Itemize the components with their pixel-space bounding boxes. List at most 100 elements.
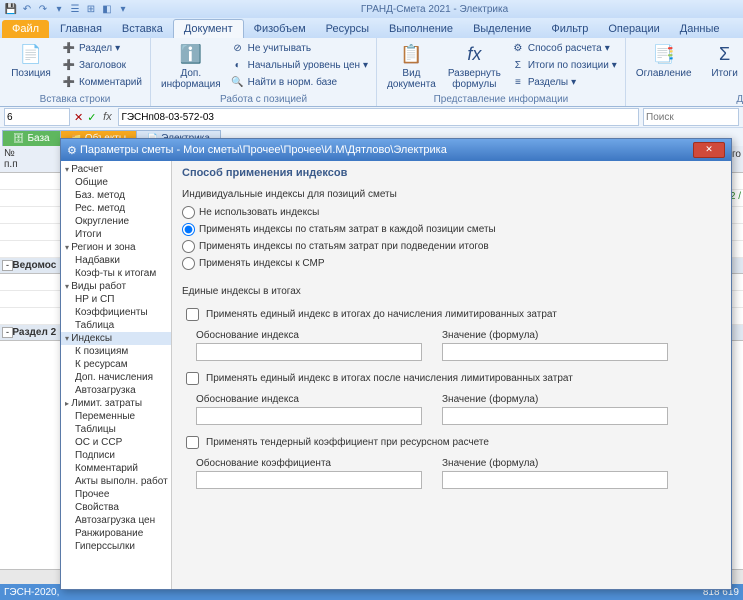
- tree-itogi[interactable]: Итоги: [61, 228, 171, 241]
- tree-kpoz[interactable]: К позициям: [61, 345, 171, 358]
- tree-obshie[interactable]: Общие: [61, 176, 171, 189]
- checkbox-input[interactable]: [186, 308, 199, 321]
- tree-kres[interactable]: К ресурсам: [61, 358, 171, 371]
- tree-limit[interactable]: Лимит. затраты: [61, 397, 171, 410]
- settings-panel: Способ применения индексов Индивидуальны…: [172, 161, 731, 589]
- calc-icon: ⚙: [511, 41, 525, 55]
- radio-input[interactable]: [182, 240, 195, 253]
- redo-icon[interactable]: ↷: [36, 2, 50, 16]
- obos2-input[interactable]: [196, 407, 422, 425]
- quick-access-toolbar: 💾 ↶ ↷ ▾ ☰ ⊞ ◧ ▾: [4, 2, 130, 16]
- tree-tablica[interactable]: Таблица: [61, 319, 171, 332]
- tree-bazmetod[interactable]: Баз. метод: [61, 189, 171, 202]
- znach2-input[interactable]: [442, 407, 668, 425]
- tab-main[interactable]: Главная: [50, 20, 112, 38]
- tab-sel[interactable]: Выделение: [463, 20, 541, 38]
- doc-icon: 📋: [399, 42, 423, 66]
- tab-baza[interactable]: 🗄База: [2, 130, 61, 146]
- tree-akty[interactable]: Акты выполн. работ: [61, 475, 171, 488]
- title-bar: 💾 ↶ ↷ ▾ ☰ ⊞ ◧ ▾ ГРАНД-Смета 2021 - Элект…: [0, 0, 743, 18]
- tab-fiz[interactable]: Физобъем: [244, 20, 316, 38]
- checkbox-input[interactable]: [186, 372, 199, 385]
- tab-ops[interactable]: Операции: [598, 20, 669, 38]
- radio-input[interactable]: [182, 223, 195, 236]
- tree-perem[interactable]: Переменные: [61, 410, 171, 423]
- radio-each-pos[interactable]: Применять индексы по статьям затрат в ка…: [182, 221, 721, 238]
- group-label: Представление информации: [377, 94, 625, 105]
- radio-no-index[interactable]: Не использовать индексы: [182, 204, 721, 221]
- nachur-button[interactable]: ◐Начальный уровень цен ▾: [229, 57, 370, 73]
- naiti-button[interactable]: 🔍Найти в норм. базе: [229, 74, 370, 90]
- radio-input[interactable]: [182, 257, 195, 270]
- fx-cancel-icon[interactable]: ✕: [74, 111, 83, 124]
- tab-file[interactable]: Файл: [2, 20, 49, 38]
- znach3-input[interactable]: [442, 471, 668, 489]
- neuch-button[interactable]: ⊘Не учитывать: [229, 40, 370, 56]
- tree-koefit[interactable]: Коэф-ты к итогам: [61, 267, 171, 280]
- search-input[interactable]: [643, 108, 739, 126]
- dialog-titlebar[interactable]: ⚙ Параметры сметы - Мои сметы\Прочее\Про…: [61, 139, 731, 161]
- tree-resmetod[interactable]: Рес. метод: [61, 202, 171, 215]
- tree-region[interactable]: Регион и зона: [61, 241, 171, 254]
- tree-dopnach[interactable]: Доп. начисления: [61, 371, 171, 384]
- checkbox-input[interactable]: [186, 436, 199, 449]
- tree-podpisi[interactable]: Подписи: [61, 449, 171, 462]
- tab-data[interactable]: Данные: [670, 20, 730, 38]
- tree-tablicy[interactable]: Таблицы: [61, 423, 171, 436]
- qat-icon[interactable]: ▾: [52, 2, 66, 16]
- formula-input[interactable]: [118, 108, 639, 126]
- tree-avtozag[interactable]: Автозагрузка: [61, 384, 171, 397]
- qat-icon[interactable]: ☰: [68, 2, 82, 16]
- sposob-button[interactable]: ⚙Способ расчета ▾: [509, 40, 619, 56]
- razdel-button[interactable]: ➕Раздел ▾: [60, 40, 144, 56]
- tab-filter[interactable]: Фильтр: [541, 20, 598, 38]
- close-button[interactable]: ✕: [693, 142, 725, 158]
- undo-icon[interactable]: ↶: [20, 2, 34, 16]
- tree-nadbavki[interactable]: Надбавки: [61, 254, 171, 267]
- nav-tree[interactable]: Расчет Общие Баз. метод Рес. метод Округ…: [61, 161, 172, 589]
- ribbon: 📄Позиция ➕Раздел ▾ ➕Заголовок ➕Комментар…: [0, 38, 743, 107]
- save-icon[interactable]: 💾: [4, 2, 18, 16]
- tree-avtocen[interactable]: Автозагрузка цен: [61, 514, 171, 527]
- zagolovok-button[interactable]: ➕Заголовок: [60, 57, 144, 73]
- label: Не использовать индексы: [199, 207, 319, 218]
- tab-document[interactable]: Документ: [173, 19, 244, 38]
- tree-komm[interactable]: Комментарий: [61, 462, 171, 475]
- tab-exec[interactable]: Выполнение: [379, 20, 463, 38]
- tree-okrug[interactable]: Округление: [61, 215, 171, 228]
- obos1-input[interactable]: [196, 343, 422, 361]
- radio-totals[interactable]: Применять индексы по статьям затрат при …: [182, 238, 721, 255]
- tree-koef[interactable]: Коэффициенты: [61, 306, 171, 319]
- obos3-input[interactable]: [196, 471, 422, 489]
- collapse-icon[interactable]: -: [2, 260, 13, 271]
- tree-indeksy[interactable]: Индексы: [61, 332, 171, 345]
- radio-smr[interactable]: Применять индексы к СМР: [182, 255, 721, 272]
- qat-icon[interactable]: ◧: [100, 2, 114, 16]
- tab-res[interactable]: Ресурсы: [316, 20, 379, 38]
- tree-nrsp[interactable]: НР и СП: [61, 293, 171, 306]
- radio-input[interactable]: [182, 206, 195, 219]
- chk-after-limit[interactable]: Применять единый индекс в итогах после н…: [182, 367, 721, 390]
- tree-giper[interactable]: Гиперссылки: [61, 540, 171, 553]
- collapse-icon[interactable]: -: [2, 327, 13, 338]
- tree-vidyrabot[interactable]: Виды работ: [61, 280, 171, 293]
- tree-ranzh[interactable]: Ранжирование: [61, 527, 171, 540]
- tree-svoistva[interactable]: Свойства: [61, 501, 171, 514]
- cell-ref-input[interactable]: [4, 108, 70, 126]
- tree-raschet[interactable]: Расчет: [61, 163, 171, 176]
- ribbon-group-insert: 📄Позиция ➕Раздел ▾ ➕Заголовок ➕Комментар…: [0, 38, 151, 106]
- chk-before-limit[interactable]: Применять единый индекс в итогах до начи…: [182, 303, 721, 326]
- itogipos-button[interactable]: ΣИтоги по позиции ▾: [509, 57, 619, 73]
- chk-tender[interactable]: Применять тендерный коэффициент при ресу…: [182, 431, 721, 454]
- tree-prochee[interactable]: Прочее: [61, 488, 171, 501]
- tab-insert[interactable]: Вставка: [112, 20, 173, 38]
- fx-ok-icon[interactable]: ✓: [87, 111, 96, 124]
- razdely-button[interactable]: ≡Разделы ▾: [509, 74, 619, 90]
- qat-icon[interactable]: ⊞: [84, 2, 98, 16]
- comment-button[interactable]: ➕Комментарий: [60, 74, 144, 90]
- tree-osssr[interactable]: ОС и ССР: [61, 436, 171, 449]
- fx-icon[interactable]: fx: [100, 111, 114, 123]
- app-title: ГРАНД-Смета 2021 - Электрика: [130, 4, 739, 15]
- qat-icon[interactable]: ▾: [116, 2, 130, 16]
- znach1-input[interactable]: [442, 343, 668, 361]
